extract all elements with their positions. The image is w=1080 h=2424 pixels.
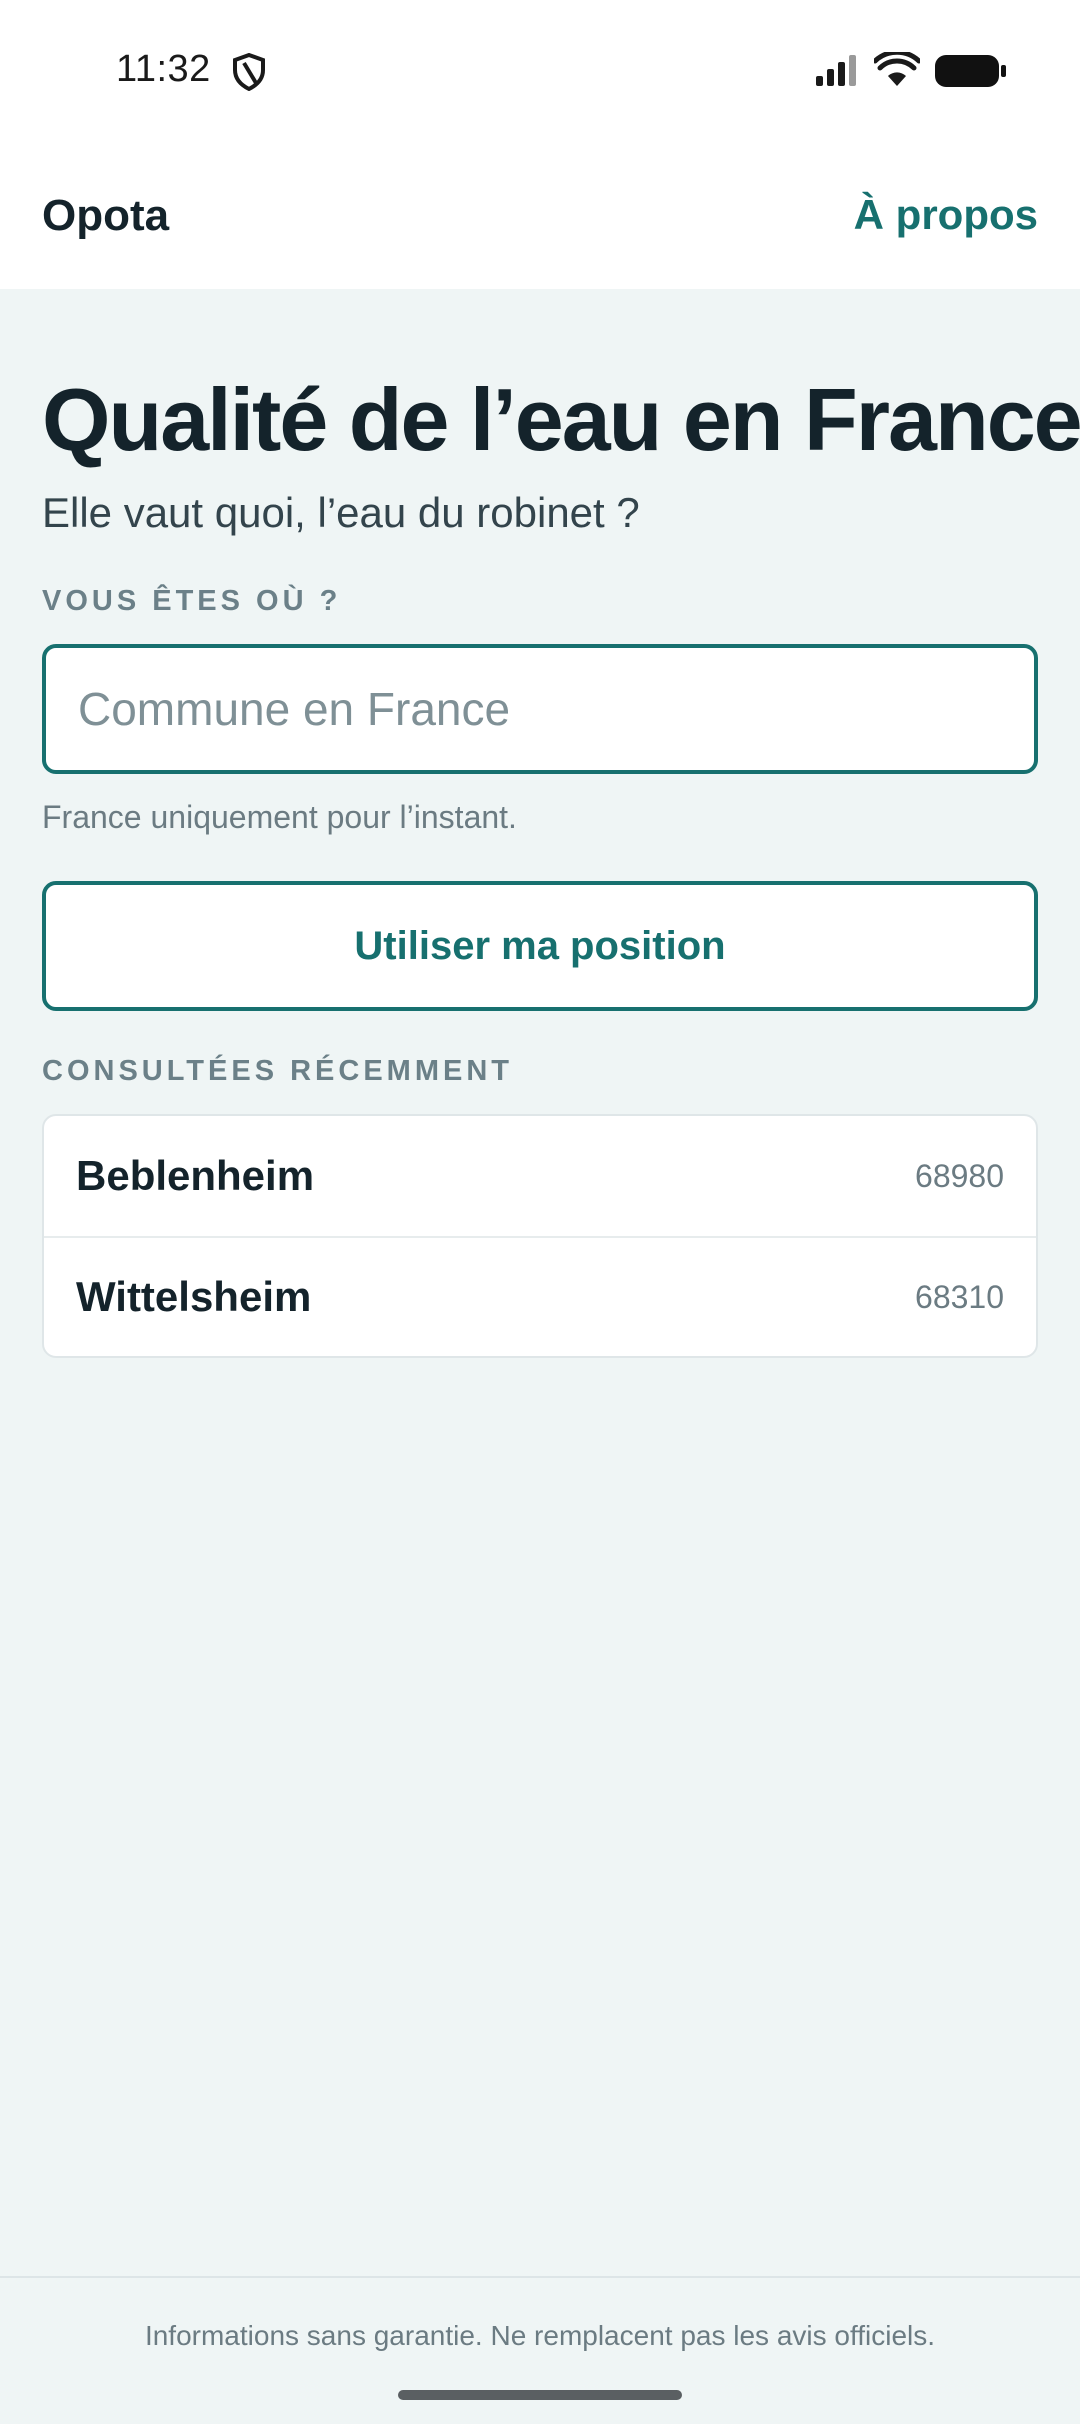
recent-item-wittelsheim[interactable]: Wittelsheim 68310 <box>44 1236 1036 1356</box>
page-subtitle: Elle vaut quoi, l’eau du robinet ? <box>42 489 640 536</box>
app-title: Opota <box>42 191 170 240</box>
home-indicator[interactable] <box>398 2390 682 2400</box>
app-header: Opota À propos <box>0 145 1080 289</box>
about-link[interactable]: À propos <box>854 191 1038 239</box>
search-label: VOUS ÊTES OÙ ? <box>42 585 342 617</box>
recent-item-postcode: 68310 <box>915 1278 1004 1315</box>
disclaimer-text: Informations sans garantie. Ne remplacen… <box>144 2320 936 2351</box>
recent-section-label: CONSULTÉES RÉCEMMENT <box>42 1055 513 1087</box>
recent-list: Beblenheim 68980 Wittelsheim 68310 <box>42 1114 1038 1358</box>
search-helper-text: France uniquement pour l’instant. <box>42 799 517 835</box>
recent-item-name: Beblenheim <box>76 1152 315 1199</box>
recent-item-beblenheim[interactable]: Beblenheim 68980 <box>44 1116 1036 1236</box>
status-bar: 11:32 <box>0 0 1080 145</box>
footer: Informations sans garantie. Ne remplacen… <box>0 2276 1080 2424</box>
use-location-button[interactable]: Utiliser ma position <box>42 881 1038 1011</box>
battery-icon <box>935 55 1006 87</box>
status-time: 11:32 <box>116 48 211 90</box>
signal-icon <box>816 55 856 86</box>
shield-icon <box>233 53 265 91</box>
recent-item-name: Wittelsheim <box>76 1273 312 1320</box>
commune-search-input[interactable] <box>42 644 1038 774</box>
recent-item-postcode: 68980 <box>915 1157 1004 1194</box>
page-title: Qualité de l’eau en France <box>42 370 1080 469</box>
wifi-icon <box>874 52 920 86</box>
